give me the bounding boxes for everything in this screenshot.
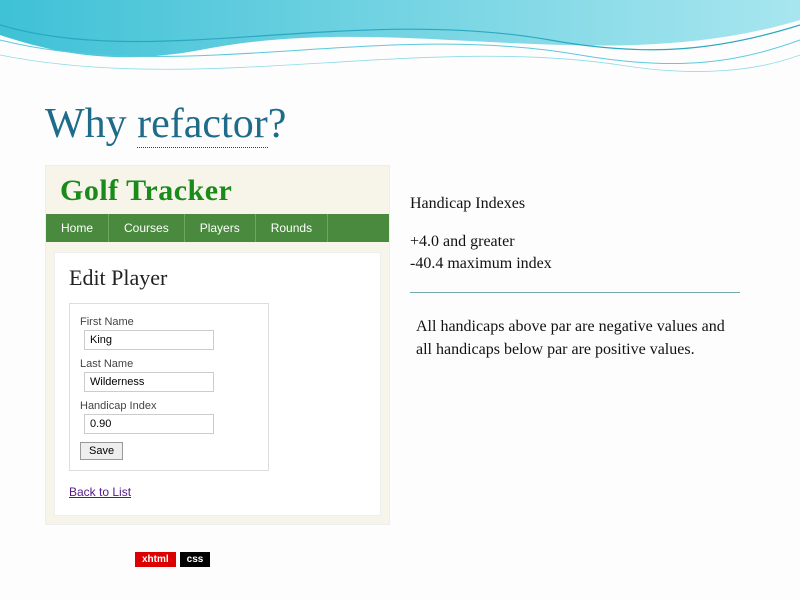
nav-courses[interactable]: Courses	[109, 214, 185, 242]
app-content: Edit Player First Name Last Name Handica…	[54, 252, 381, 516]
app-nav: Home Courses Players Rounds	[46, 214, 389, 242]
handicap-label: Handicap Index	[80, 400, 258, 412]
notes-explanation: All handicaps above par are negative val…	[416, 315, 736, 361]
notes-line-1: +4.0 and greater	[410, 231, 760, 253]
nav-players[interactable]: Players	[185, 214, 256, 242]
first-name-input[interactable]	[84, 330, 214, 350]
divider	[410, 292, 740, 293]
content-heading: Edit Player	[69, 265, 366, 291]
last-name-input[interactable]	[84, 372, 214, 392]
app-screenshot-panel: Golf Tracker Home Courses Players Rounds…	[45, 165, 390, 525]
first-name-label: First Name	[80, 316, 258, 328]
back-to-list-link[interactable]: Back to List	[69, 485, 131, 499]
notes-heading: Handicap Indexes	[410, 195, 760, 213]
handicap-input[interactable]	[84, 414, 214, 434]
notes-column: Handicap Indexes +4.0 and greater -40.4 …	[410, 195, 760, 362]
save-button[interactable]: Save	[80, 442, 123, 460]
slide-title: Why refactor?	[45, 100, 286, 148]
app-logo: Golf Tracker	[46, 166, 389, 214]
xhtml-badge: xhtml	[135, 552, 176, 567]
notes-line-2: -40.4 maximum index	[410, 253, 760, 275]
edit-player-form: First Name Last Name Handicap Index Save	[69, 303, 269, 471]
nav-home[interactable]: Home	[46, 214, 109, 242]
css-badge: css	[180, 552, 211, 567]
validation-badges: xhtml css	[135, 552, 210, 567]
decorative-wave	[0, 0, 800, 110]
last-name-label: Last Name	[80, 358, 258, 370]
nav-rounds[interactable]: Rounds	[256, 214, 328, 242]
